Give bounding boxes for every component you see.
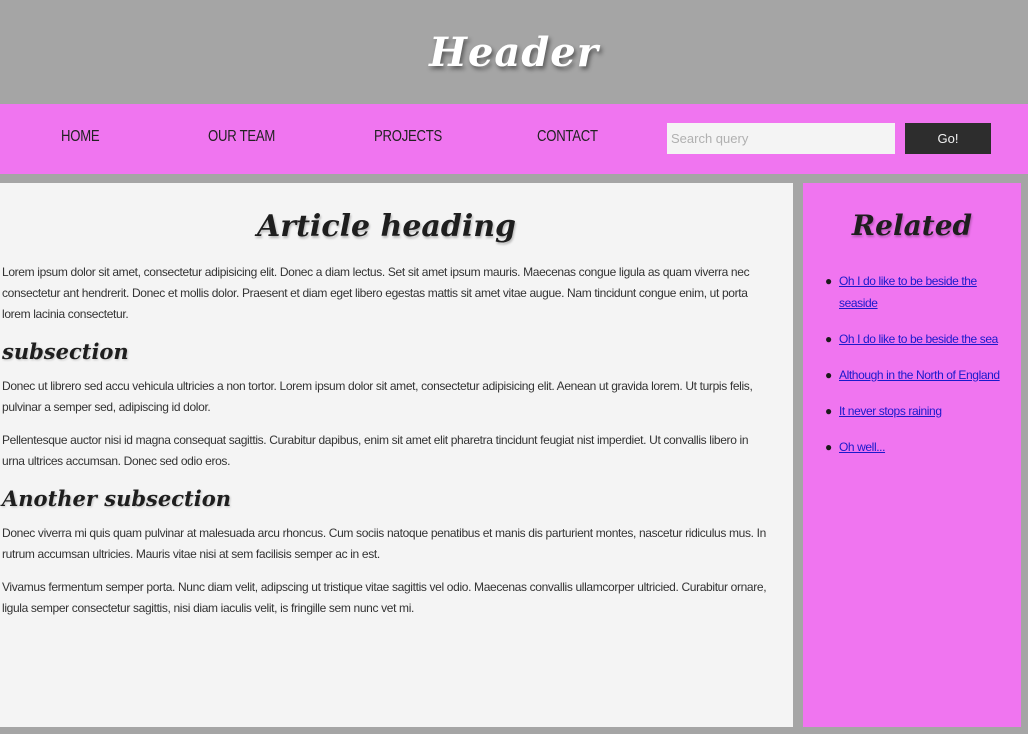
article-intro: Lorem ipsum dolor sit amet, consectetur …	[2, 265, 750, 321]
bullet-icon: ●	[825, 368, 832, 382]
nav-item-contact[interactable]: CONTACT	[537, 128, 598, 146]
related-item: ● Oh I do like to be beside the seaside	[825, 270, 1005, 314]
search-input[interactable]	[667, 123, 895, 154]
related-link[interactable]: It never stops raining	[839, 404, 942, 418]
bullet-icon: ●	[825, 332, 832, 346]
related-list: ● Oh I do like to be beside the seaside …	[803, 270, 1021, 458]
related-item: ● Oh I do like to be beside the sea	[825, 328, 1005, 350]
related-heading: Related	[851, 209, 973, 242]
related-item: ● Oh well...	[825, 436, 1005, 458]
go-button[interactable]: Go!	[905, 123, 991, 154]
bullet-icon: ●	[825, 404, 832, 418]
nav-item-our-team[interactable]: OUR TEAM	[208, 128, 275, 146]
another-subsection-paragraph: Donec viverra mi quis quam pulvinar at m…	[2, 526, 766, 561]
subsection-heading: subsection	[2, 339, 129, 364]
subsection-paragraph: Pellentesque auctor nisi id magna conseq…	[2, 433, 749, 468]
subsection-paragraph: Donec ut librero sed accu vehicula ultri…	[2, 379, 753, 414]
related-item: ● Although in the North of England	[825, 364, 1005, 386]
nav-item-home[interactable]: HOME	[61, 128, 100, 146]
page-header: Header	[0, 0, 1028, 104]
related-link[interactable]: Oh well...	[839, 440, 885, 454]
header-title: Header	[429, 28, 599, 76]
bullet-icon: ●	[825, 274, 832, 288]
related-item: ● It never stops raining	[825, 400, 1005, 422]
nav-item-projects[interactable]: PROJECTS	[374, 128, 442, 146]
related-link[interactable]: Oh I do like to be beside the seaside	[839, 274, 977, 310]
related-sidebar: Related ● Oh I do like to be beside the …	[803, 183, 1021, 727]
related-link[interactable]: Although in the North of England	[839, 368, 1000, 382]
bullet-icon: ●	[825, 440, 832, 454]
another-subsection-paragraph: Vivamus fermentum semper porta. Nunc dia…	[2, 580, 767, 615]
article-heading: Article heading	[256, 209, 517, 244]
article: Article heading Lorem ipsum dolor sit am…	[0, 183, 793, 727]
related-link[interactable]: Oh I do like to be beside the sea	[839, 332, 998, 346]
another-subsection-heading: Another subsection	[2, 486, 231, 511]
